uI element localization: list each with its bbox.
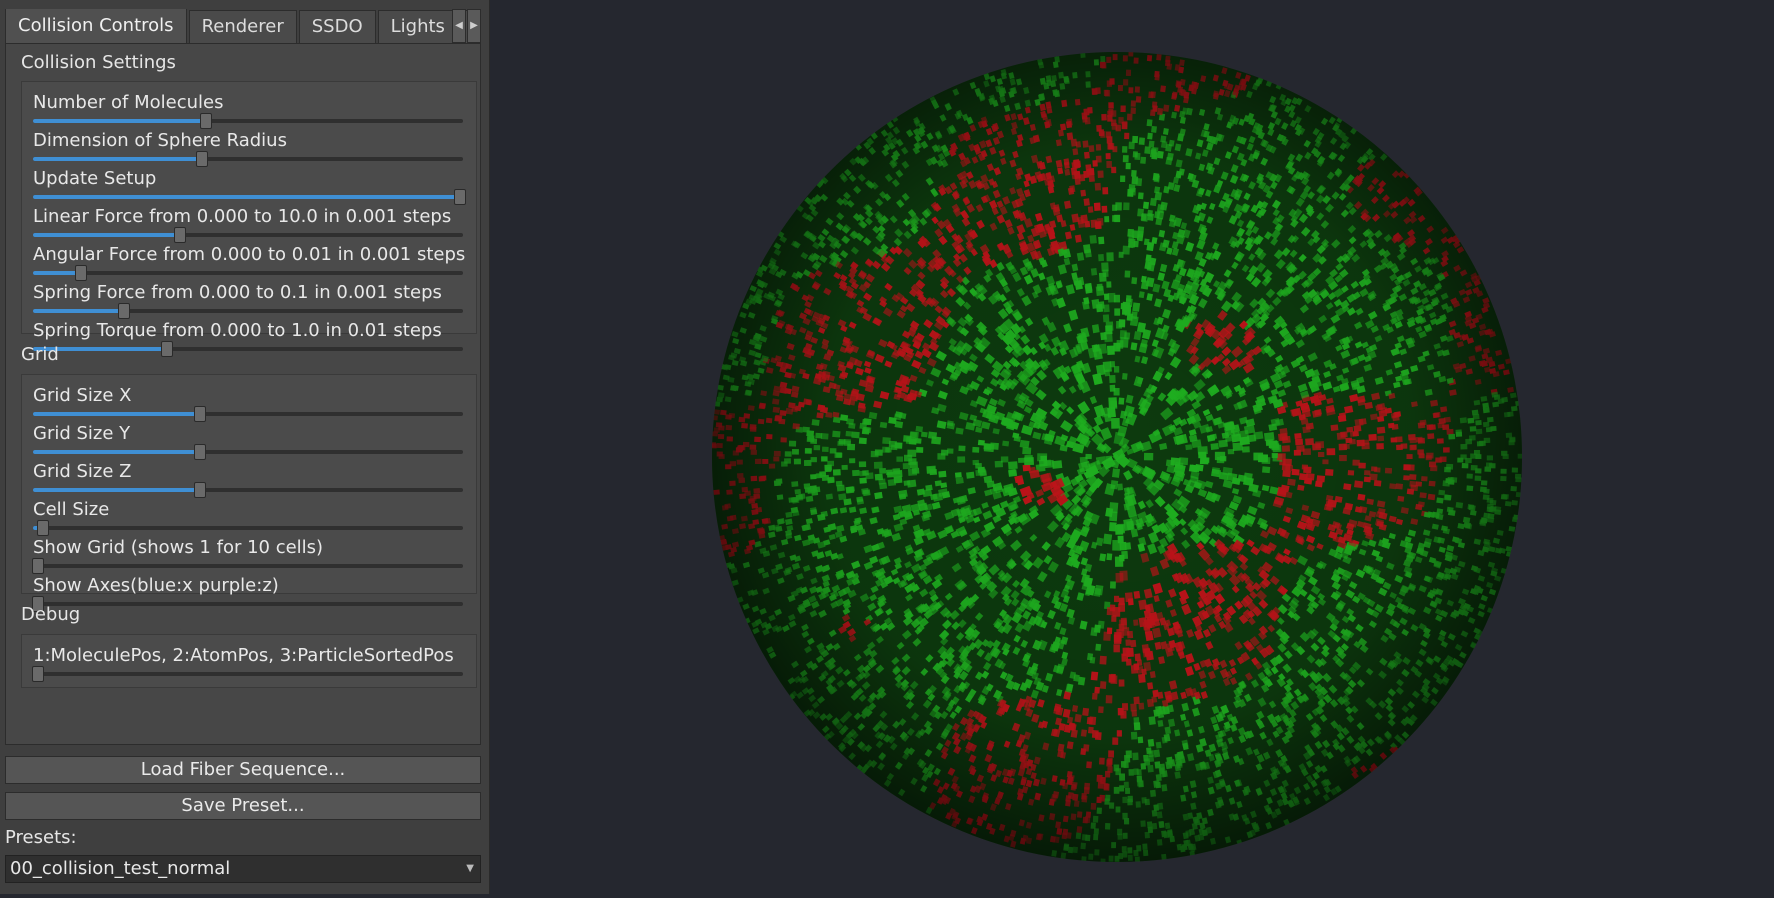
slider-handle[interactable] (195, 151, 208, 167)
tab-renderer[interactable]: Renderer (188, 10, 297, 43)
slider-row-grid-size-y: Grid Size Y (33, 421, 463, 460)
slider-label: Grid Size Y (33, 423, 131, 444)
tab-lights[interactable]: Lights (377, 10, 458, 43)
tab-scroll-left-icon[interactable]: ◀ (452, 9, 466, 43)
slider-handle[interactable] (161, 341, 174, 357)
slider-row-spring-torque-from-0-000-to-1-0-in-0-01-: Spring Torque from 0.000 to 1.0 in 0.01 … (33, 318, 463, 357)
tab-ssdo[interactable]: SSDO (298, 10, 376, 43)
slider-handle[interactable] (453, 189, 466, 205)
tab-scroll-right-icon[interactable]: ▶ (467, 9, 481, 43)
slider-row-spring-force-from-0-000-to-0-1-in-0-001-: Spring Force from 0.000 to 0.1 in 0.001 … (33, 280, 463, 319)
slider-row-show-grid-shows-1-for-10-cells: Show Grid (shows 1 for 10 cells) (32, 535, 463, 574)
control-panel: Collision ControlsRendererSSDOLightsLig … (0, 0, 490, 894)
slider-track[interactable] (33, 482, 463, 498)
chevron-down-icon[interactable]: ▼ (466, 856, 474, 882)
preset-select[interactable]: 00_collision_test_normal ▼ (5, 855, 481, 883)
slider-label: Show Axes(blue:x purple:z) (33, 575, 279, 596)
slider-handle[interactable] (193, 406, 206, 422)
slider-row-angular-force-from-0-000-to-0-01-in-0-00: Angular Force from 0.000 to 0.01 in 0.00… (33, 242, 466, 281)
slider-track[interactable] (33, 303, 463, 319)
slider-fill (33, 271, 81, 275)
slider-handle[interactable] (193, 444, 206, 460)
slider-handle[interactable] (174, 227, 187, 243)
slider-label: Update Setup (33, 168, 157, 189)
slider-handle[interactable] (118, 303, 131, 319)
load-fiber-sequence-button[interactable]: Load Fiber Sequence... (5, 756, 481, 784)
slider-row-show-axes-blue-x-purple-z: Show Axes(blue:x purple:z) (32, 573, 463, 612)
slider-fill (33, 309, 124, 313)
slider-row-update-setup: Update Setup (33, 166, 466, 205)
slider-track[interactable] (33, 189, 466, 205)
slider-track[interactable] (33, 341, 463, 357)
slider-track[interactable] (33, 151, 463, 167)
slider-row-grid-size-z: Grid Size Z (33, 459, 463, 498)
slider-row-number-of-molecules: Number of Molecules (33, 90, 463, 129)
save-preset-button[interactable]: Save Preset... (5, 792, 481, 820)
slider-label: Cell Size (33, 499, 110, 520)
slider-track[interactable] (33, 227, 463, 243)
slider-handle[interactable] (36, 520, 49, 536)
slider-row-1-moleculepos-2-atompos-3-particlesorted: 1:MoleculePos, 2:AtomPos, 3:ParticleSort… (32, 643, 463, 682)
tab-scroll-buttons: ◀ ▶ (452, 9, 482, 43)
tab-bar: Collision ControlsRendererSSDOLightsLig (5, 9, 481, 43)
slider-label: Linear Force from 0.000 to 10.0 in 0.001… (33, 206, 452, 227)
section-title-debug: Debug (21, 604, 81, 625)
slider-track[interactable] (33, 265, 463, 281)
slider-label: Angular Force from 0.000 to 0.01 in 0.00… (33, 244, 466, 265)
slider-track[interactable] (32, 666, 463, 682)
collision-settings-group: Number of Molecules Dimension of Sphere R… (21, 81, 477, 357)
slider-label: Grid Size X (33, 385, 132, 406)
slider-track[interactable] (32, 558, 463, 574)
molecule-sphere-render (712, 52, 1522, 862)
slider-track[interactable] (33, 406, 463, 422)
slider-label: Number of Molecules (33, 92, 224, 113)
slider-label: Spring Torque from 0.000 to 1.0 in 0.01 … (33, 320, 442, 341)
slider-label: Show Grid (shows 1 for 10 cells) (33, 537, 324, 558)
slider-handle[interactable] (75, 265, 88, 281)
slider-label: Dimension of Sphere Radius (33, 130, 287, 151)
grid-group: Grid Size X Grid Size Y Grid Size Z Cell Si… (21, 374, 477, 612)
tab-collision-controls[interactable]: Collision Controls (5, 9, 187, 43)
presets-label: Presets: (5, 827, 77, 848)
slider-handle[interactable] (32, 558, 45, 574)
slider-row-dimension-of-sphere-radius: Dimension of Sphere Radius (33, 128, 463, 167)
slider-handle[interactable] (193, 482, 206, 498)
slider-handle[interactable] (200, 113, 212, 129)
slider-handle[interactable] (32, 666, 45, 682)
slider-fill (33, 412, 199, 416)
slider-track[interactable] (33, 520, 463, 536)
slider-track[interactable] (33, 444, 463, 460)
slider-fill (33, 195, 459, 199)
3d-viewport[interactable] (491, 0, 1774, 894)
slider-row-linear-force-from-0-000-to-10-0-in-0-001: Linear Force from 0.000 to 10.0 in 0.001… (33, 204, 463, 243)
slider-fill (33, 488, 199, 492)
slider-label: Spring Force from 0.000 to 0.1 in 0.001 … (33, 282, 442, 303)
slider-fill (33, 233, 180, 237)
slider-track[interactable] (33, 113, 463, 129)
slider-fill (33, 157, 201, 161)
debug-group: 1:MoleculePos, 2:AtomPos, 3:ParticleSort… (21, 634, 477, 688)
section-title-grid: Grid (21, 344, 59, 365)
slider-track[interactable] (32, 596, 463, 612)
slider-fill (33, 119, 205, 123)
slider-label: Grid Size Z (33, 461, 132, 482)
slider-fill (33, 450, 199, 454)
slider-label: 1:MoleculePos, 2:AtomPos, 3:ParticleSort… (33, 645, 454, 666)
preset-selected-value: 00_collision_test_normal (10, 858, 231, 879)
slider-row-cell-size: Cell Size (33, 497, 463, 536)
slider-row-grid-size-x: Grid Size X (33, 383, 463, 422)
section-title-collision-settings: Collision Settings (21, 52, 176, 73)
collision-controls-page: Collision Settings Number of Molecules Di… (5, 43, 481, 745)
